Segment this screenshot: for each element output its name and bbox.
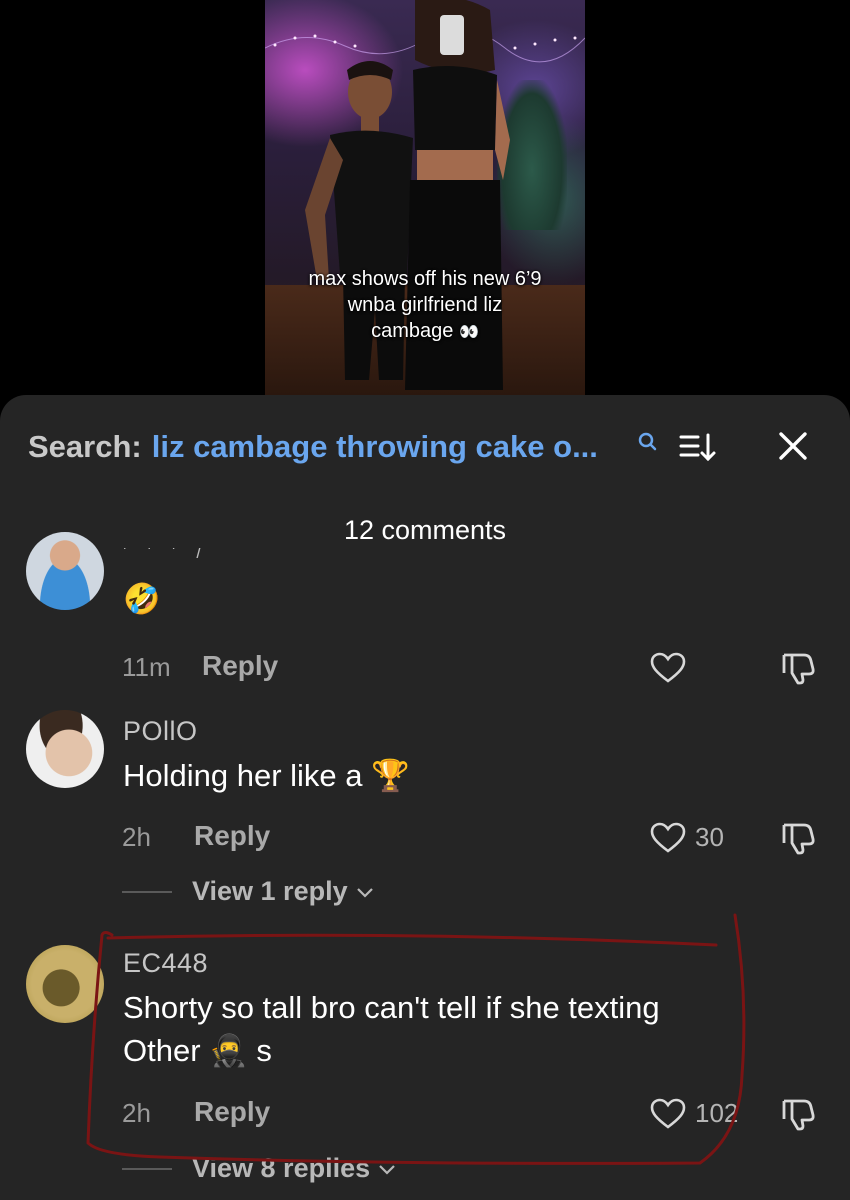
heart-icon[interactable] [650,822,686,854]
caption-line-1: max shows off his new 6’9 [308,268,542,290]
comment-text-body: Holding her like a [123,758,363,793]
tiktok-comments-screen: max shows off his new 6’9 wnba girlfrien… [0,0,850,1200]
avatar[interactable] [26,945,104,1023]
comment-count: 12 comments [343,515,507,545]
comments-panel: Search: liz cambage throwing cake o... 1… [0,395,850,1200]
view-replies-button[interactable]: View 8 replies [122,1153,396,1184]
chevron-down-icon [379,1164,395,1175]
reply-button[interactable]: Reply [202,650,278,682]
like-count: 30 [695,822,724,852]
search-suggestion[interactable]: Search: liz cambage throwing cake o... [28,425,598,469]
dislike-icon[interactable] [780,819,816,855]
view-replies-button[interactable]: View 1 reply [122,876,374,907]
reply-button[interactable]: Reply [194,1096,270,1128]
comment-text: Shorty so tall bro can't tell if she tex… [123,986,763,1072]
comment-username[interactable]: EC448 [123,948,208,979]
caption-line-3: cambage 👀 [295,318,555,346]
replies-divider [122,1167,172,1170]
comment-username[interactable]: POllO [123,716,198,747]
avatar[interactable] [26,710,104,788]
caption-line-3-text: cambage [371,320,454,342]
comment-text-line-1: Shorty so tall bro can't tell if she tex… [123,990,660,1025]
replies-divider [122,890,172,893]
ninja-emoji: 🥷 [209,1033,248,1068]
comment-text-other: Other [123,1033,201,1068]
video-thumbnail[interactable]: max shows off his new 6’9 wnba girlfrien… [265,0,585,395]
search-icon[interactable] [637,431,659,453]
close-icon[interactable] [776,429,810,463]
avatar[interactable] [26,532,104,610]
comment-text-s: s [256,1033,272,1068]
like-count: 102 [695,1098,739,1128]
chevron-down-icon [356,887,373,898]
comment-time: 11m [122,652,171,682]
comment-text-line-2: Other 🥷 s [123,1029,763,1072]
view-replies-label: View 8 replies [192,1153,371,1183]
sort-icon[interactable] [678,431,718,463]
rofl-emoji: 🤣 [123,583,161,616]
dislike-icon[interactable] [780,1095,816,1131]
view-replies-label: View 1 reply [192,876,348,906]
trophy-emoji: 🏆 [371,758,410,793]
video-caption: max shows off his new 6’9 wnba girlfrien… [265,266,585,346]
heart-icon[interactable] [650,652,686,684]
caption-line-2: wnba girlfriend liz [347,294,503,316]
comment-time: 2h [122,1098,151,1128]
search-query-link[interactable]: liz cambage throwing cake o... [152,429,598,465]
dislike-icon[interactable] [780,649,816,685]
eyes-emoji: 👀 [458,324,479,341]
search-prefix: Search: [28,429,142,464]
comment-time: 2h [122,822,151,852]
comment-text: Holding her like a 🏆 [123,754,763,797]
heart-icon[interactable] [650,1098,686,1130]
reply-button[interactable]: Reply [194,820,270,852]
comment-text-partial: ' ' ' / [123,548,210,560]
